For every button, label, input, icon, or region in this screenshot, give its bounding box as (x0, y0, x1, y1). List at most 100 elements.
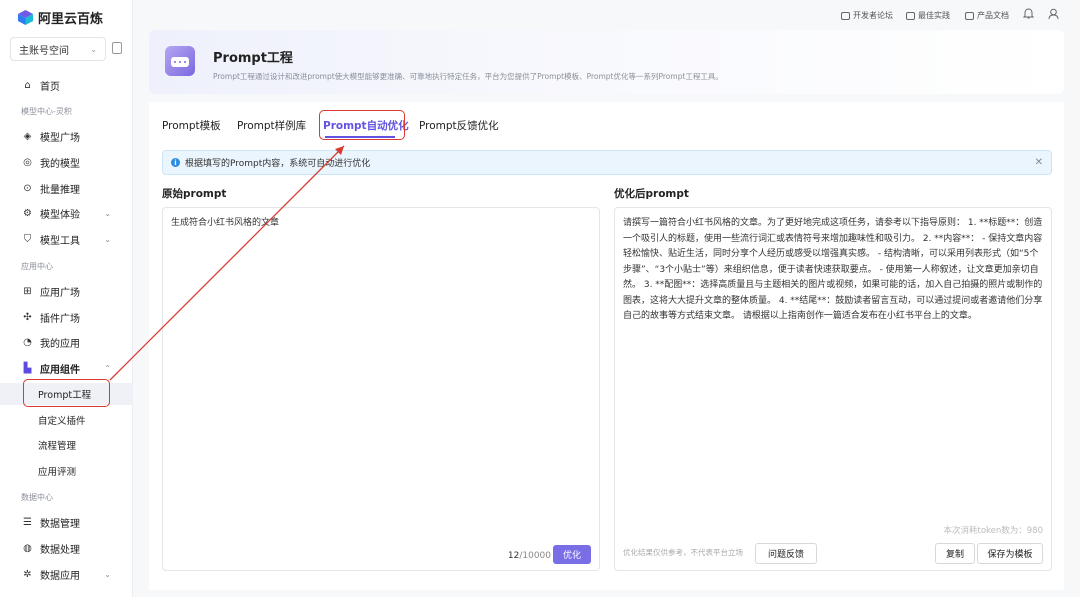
chevron-down-icon: ⌄ (104, 208, 111, 218)
workspace-select[interactable]: 主账号空间 ⌄ (10, 37, 106, 61)
sidebar-item-label: 应用评测 (38, 467, 77, 478)
tab-prompt-template[interactable]: Prompt模板 (162, 118, 221, 133)
sidebar-item-model-square[interactable]: ◈ 模型广场 (0, 125, 133, 147)
section-label-data: 数据中心 (21, 493, 53, 502)
chevron-up-icon: ⌃ (104, 363, 111, 373)
grid-icon: ⊞ (23, 285, 32, 297)
annotation-highlight-box (319, 110, 405, 140)
info-icon: i (171, 158, 180, 167)
alert-text: 根据填写的Prompt内容，系统可自动进行优化 (185, 159, 371, 169)
sidebar-item-label: 我的模型 (40, 158, 80, 170)
workspace-value: 主账号空间 (19, 45, 69, 57)
process-icon: ◍ (23, 542, 32, 554)
sidebar-item-my-apps[interactable]: ◔ 我的应用 (0, 331, 133, 353)
original-prompt-input[interactable]: 生成符合小红书风格的文章 12/10000 优化 (162, 207, 600, 571)
char-max: /10000 (519, 551, 551, 561)
practice-icon (906, 11, 915, 20)
prompt-chat-icon (165, 46, 195, 76)
sidebar-item-label: 首页 (40, 81, 60, 93)
brand-logo-icon (18, 10, 33, 25)
database-icon: ☰ (23, 516, 32, 528)
original-prompt-text[interactable]: 生成符合小红书风格的文章 (171, 216, 591, 232)
sidebar-item-data-manage[interactable]: ☰ 数据管理 (0, 511, 133, 533)
section-label-app: 应用中心 (21, 262, 53, 271)
cube-icon: ◈ (23, 130, 32, 142)
document-icon[interactable] (112, 42, 122, 54)
sidebar-item-label: 数据管理 (40, 518, 80, 530)
sidebar-item-label: 插件广场 (40, 313, 80, 325)
sidebar-item-label: 模型体验 (40, 209, 80, 221)
components-icon: ▙ (23, 362, 32, 374)
sidebar-item-label: 我的应用 (40, 338, 80, 350)
sidebar-item-batch-inference[interactable]: ⊙ 批量推理 (0, 177, 133, 199)
main-panel: Prompt模板 Prompt样例库 Prompt自动优化 Prompt反馈优化… (149, 102, 1064, 590)
sidebar-item-app-components[interactable]: ▙ 应用组件 ⌃ (0, 357, 133, 379)
sidebar-item-app-square[interactable]: ⊞ 应用广场 (0, 280, 133, 302)
app-icon: ◔ (23, 336, 32, 348)
best-practice-label: 最佳实践 (918, 11, 950, 20)
page-description: Prompt工程通过设计和改进prompt使大模型能够更准确、可靠地执行特定任务… (213, 72, 723, 81)
tab-prompt-samples[interactable]: Prompt样例库 (237, 118, 306, 133)
sidebar-item-my-models[interactable]: ◎ 我的模型 (0, 151, 133, 173)
brand-name: 阿里云百炼 (38, 12, 104, 27)
char-count: 12 (507, 551, 520, 561)
plugin-icon: ✣ (23, 311, 32, 323)
sidebar-item-model-tools[interactable]: ⛉ 模型工具 ⌄ (0, 228, 133, 250)
dev-forum-label: 开发者论坛 (853, 11, 893, 20)
token-usage: 本次消耗token数为：980 (943, 526, 1044, 536)
topbar: 开发者论坛 最佳实践 产品文档 (133, 0, 1080, 30)
copy-button[interactable]: 复制 (935, 543, 975, 564)
sidebar-item-label: 应用广场 (40, 287, 80, 299)
sidebar-sub-flow[interactable]: 流程管理 (0, 434, 133, 456)
data-app-icon: ✲ (23, 568, 32, 580)
batch-icon: ⊙ (23, 182, 32, 194)
brand[interactable]: 阿里云百炼 (18, 8, 103, 27)
info-alert: i 根据填写的Prompt内容，系统可自动进行优化 ✕ (162, 150, 1052, 175)
sidebar-sub-custom-plugin[interactable]: 自定义插件 (0, 409, 133, 431)
page-title: Prompt工程 (213, 51, 293, 66)
optimize-button[interactable]: 优化 (553, 545, 591, 564)
optimized-prompt-text: 请撰写一篇符合小红书风格的文章。为了更好地完成这项任务，请参考以下指导原则： 1… (623, 218, 1043, 321)
sidebar-item-label: 流程管理 (38, 441, 77, 452)
sidebar-item-model-experience[interactable]: ⚙ 模型体验 ⌄ (0, 202, 133, 224)
sidebar-item-home[interactable]: ⌂ 首页 (0, 74, 133, 96)
close-icon[interactable]: ✕ (1035, 157, 1043, 168)
sidebar-item-label: 模型广场 (40, 132, 80, 144)
chevron-down-icon: ⌄ (104, 234, 111, 244)
save-as-template-button[interactable]: 保存为模板 (977, 543, 1043, 564)
tab-prompt-feedback-optimize[interactable]: Prompt反馈优化 (419, 118, 499, 133)
model-icon: ◎ (23, 156, 32, 168)
sidebar-item-label: 模型工具 (40, 235, 80, 247)
best-practice-link[interactable]: 最佳实践 (906, 10, 950, 21)
experience-icon: ⚙ (23, 207, 32, 219)
annotation-highlight-box (23, 379, 110, 407)
char-counter: 12/10000 (508, 551, 551, 561)
section-label-model: 模型中心-灵积 (21, 107, 72, 116)
sidebar-item-label: 自定义插件 (38, 416, 86, 427)
optimized-prompt-title: 优化后prompt (614, 188, 689, 200)
user-icon[interactable] (1048, 8, 1059, 23)
chevron-down-icon: ⌄ (90, 44, 97, 54)
bell-icon[interactable] (1022, 8, 1035, 23)
sidebar-item-label: 数据应用 (40, 570, 80, 582)
disclaimer-text: 优化结果仅供参考，不代表平台立场 (623, 548, 743, 557)
sidebar-item-data-process[interactable]: ◍ 数据处理 (0, 537, 133, 559)
home-icon: ⌂ (24, 79, 31, 91)
sidebar-item-plugin-square[interactable]: ✣ 插件广场 (0, 306, 133, 328)
docs-icon (965, 11, 974, 20)
dev-forum-link[interactable]: 开发者论坛 (841, 10, 893, 21)
page-header: Prompt工程 Prompt工程通过设计和改进prompt使大模型能够更准确、… (149, 30, 1064, 94)
feedback-button[interactable]: 问题反馈 (755, 543, 817, 564)
sidebar-item-label: 应用组件 (40, 364, 80, 376)
product-docs-label: 产品文档 (977, 11, 1009, 20)
product-docs-link[interactable]: 产品文档 (965, 10, 1009, 21)
optimized-prompt-output[interactable]: 请撰写一篇符合小红书风格的文章。为了更好地完成这项任务，请参考以下指导原则： 1… (614, 207, 1052, 571)
sidebar-item-data-apps[interactable]: ✲ 数据应用 ⌄ (0, 563, 133, 585)
sidebar-sub-app-eval[interactable]: 应用评测 (0, 460, 133, 482)
forum-icon (841, 11, 850, 20)
sidebar-item-label: 数据处理 (40, 544, 80, 556)
original-prompt-title: 原始prompt (162, 188, 227, 200)
chevron-down-icon: ⌄ (104, 569, 111, 579)
sidebar-item-label: 批量推理 (40, 184, 80, 196)
tools-icon: ⛉ (23, 233, 32, 245)
